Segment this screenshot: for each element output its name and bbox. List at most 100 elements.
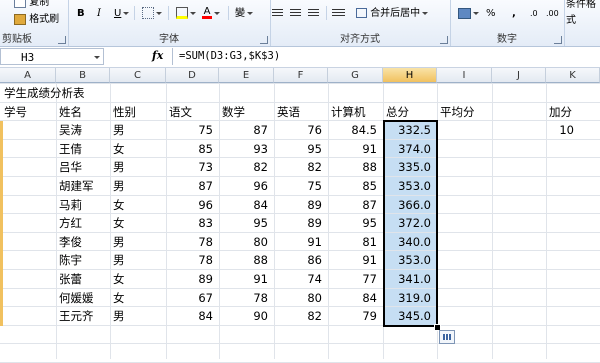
header-cell[interactable]: 平均分: [440, 103, 475, 121]
sheet-title[interactable]: 学生成绩分析表: [4, 84, 85, 102]
percent-button[interactable]: %: [486, 6, 496, 22]
cell-name[interactable]: 马莉: [59, 196, 82, 214]
font-color-button[interactable]: A: [202, 6, 220, 22]
cell-chinese[interactable]: 84: [166, 307, 213, 325]
clipboard-launcher-icon[interactable]: [58, 36, 66, 44]
header-cell[interactable]: 语文: [169, 103, 192, 121]
header-cell[interactable]: 总分: [386, 103, 409, 121]
column-header-e[interactable]: E: [219, 68, 274, 83]
cell-chinese[interactable]: 83: [166, 214, 213, 232]
cell-computer[interactable]: 95: [328, 214, 377, 232]
cell-english[interactable]: 89: [274, 214, 322, 232]
cell-english[interactable]: 86: [274, 251, 322, 269]
cell-name[interactable]: 陈宇: [59, 251, 82, 269]
cell-gender[interactable]: 男: [113, 251, 125, 269]
header-cell[interactable]: 加分: [549, 103, 572, 121]
cell-name[interactable]: 王倩: [59, 140, 82, 158]
cell-computer[interactable]: 87: [328, 196, 377, 214]
column-header-k[interactable]: K: [546, 68, 600, 83]
cell-chinese[interactable]: 85: [166, 140, 213, 158]
align-right-button[interactable]: [308, 6, 319, 22]
cell-computer[interactable]: 84.5: [328, 121, 377, 139]
column-header-a[interactable]: A: [0, 68, 56, 83]
cell-computer[interactable]: 77: [328, 270, 377, 288]
column-header-g[interactable]: G: [328, 68, 383, 83]
cell-english[interactable]: 82: [274, 158, 322, 176]
cell-chinese[interactable]: 96: [166, 196, 213, 214]
cell-name[interactable]: 王元齐: [59, 307, 94, 325]
borders-button[interactable]: [142, 6, 162, 22]
cell-chinese[interactable]: 87: [166, 177, 213, 195]
cell-name[interactable]: 方红: [59, 214, 82, 232]
cell-math[interactable]: 96: [219, 177, 268, 195]
cell-math[interactable]: 78: [219, 289, 268, 307]
cell-gender[interactable]: 男: [113, 233, 125, 251]
cell-math[interactable]: 88: [219, 251, 268, 269]
cell-chinese[interactable]: 78: [166, 233, 213, 251]
cell-gender[interactable]: 女: [113, 196, 125, 214]
indent-button[interactable]: [332, 6, 345, 22]
cell-english[interactable]: 74: [274, 270, 322, 288]
align-left-button[interactable]: [272, 6, 283, 22]
header-cell[interactable]: 计算机: [331, 103, 366, 121]
column-header-h[interactable]: H: [383, 68, 437, 83]
cell-math[interactable]: 80: [219, 233, 268, 251]
copy-button[interactable]: 复制: [14, 0, 49, 11]
column-header-f[interactable]: F: [274, 68, 328, 83]
header-cell[interactable]: 性别: [113, 103, 136, 121]
accounting-format-button[interactable]: [458, 6, 479, 22]
cell-english[interactable]: 82: [274, 307, 322, 325]
underline-button[interactable]: U: [114, 6, 130, 22]
cell-english[interactable]: 95: [274, 140, 322, 158]
cell-gender[interactable]: 女: [113, 270, 125, 288]
comma-button[interactable]: ,: [512, 6, 516, 22]
increase-decimal-button[interactable]: .0: [530, 6, 538, 22]
align-center-button[interactable]: [290, 6, 301, 22]
name-box[interactable]: H3: [0, 48, 104, 65]
header-cell[interactable]: 姓名: [59, 103, 82, 121]
cell-gender[interactable]: 男: [113, 158, 125, 176]
cell-name[interactable]: 何媛媛: [59, 289, 94, 307]
cell-math[interactable]: 93: [219, 140, 268, 158]
cell-computer[interactable]: 81: [328, 233, 377, 251]
cell-english[interactable]: 80: [274, 289, 322, 307]
worksheet-grid[interactable]: A B C D E F G H I J K 学生成绩分析表 学号 姓名 性别 语文 数学 英语 计算机 总分 平均分 加分…: [0, 68, 600, 363]
conditional-format-button[interactable]: 条件格式: [566, 0, 600, 26]
cell-name[interactable]: 张蕾: [59, 270, 82, 288]
font-launcher-icon[interactable]: [260, 36, 268, 44]
bold-button[interactable]: B: [77, 6, 85, 22]
cell-english[interactable]: 89: [274, 196, 322, 214]
header-cell[interactable]: 学号: [4, 103, 27, 121]
autofill-options-button[interactable]: [439, 329, 455, 344]
cell-english[interactable]: 75: [274, 177, 322, 195]
cell-name[interactable]: 吕华: [59, 158, 82, 176]
column-header-j[interactable]: J: [492, 68, 546, 83]
decrease-decimal-button[interactable]: .00: [546, 6, 559, 22]
italic-button[interactable]: I: [97, 6, 101, 22]
column-header-b[interactable]: B: [56, 68, 110, 83]
cell-math[interactable]: 82: [219, 158, 268, 176]
cell-gender[interactable]: 女: [113, 140, 125, 158]
cell-math[interactable]: 95: [219, 214, 268, 232]
cell-english[interactable]: 91: [274, 233, 322, 251]
cell-math[interactable]: 87: [219, 121, 268, 139]
format-painter-button[interactable]: 格式刷: [14, 12, 59, 28]
insert-function-icon[interactable]: fx: [152, 49, 163, 62]
fill-color-button[interactable]: [176, 6, 196, 22]
header-cell[interactable]: 数学: [222, 103, 245, 121]
header-cell[interactable]: 英语: [277, 103, 300, 121]
chevron-down-icon[interactable]: [94, 56, 100, 59]
formula-input[interactable]: =SUM(D3:G3,$K$3): [172, 48, 600, 65]
number-launcher-icon[interactable]: [554, 36, 562, 44]
merge-center-button[interactable]: 合并后居中: [356, 6, 429, 22]
phonetic-button[interactable]: 變: [235, 6, 253, 22]
cell-chinese[interactable]: 89: [166, 270, 213, 288]
cell-chinese[interactable]: 75: [166, 121, 213, 139]
cell-computer[interactable]: 85: [328, 177, 377, 195]
cell-computer[interactable]: 79: [328, 307, 377, 325]
cell-chinese[interactable]: 67: [166, 289, 213, 307]
cell-gender[interactable]: 女: [113, 214, 125, 232]
alignment-launcher-icon[interactable]: [440, 36, 448, 44]
cell-gender[interactable]: 男: [113, 307, 125, 325]
cell-gender[interactable]: 男: [113, 121, 125, 139]
